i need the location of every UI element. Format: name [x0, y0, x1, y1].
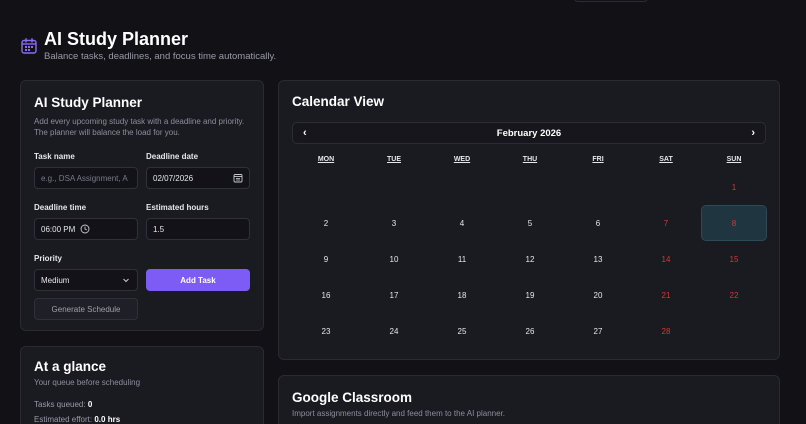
day-cell-4[interactable]: 4	[428, 205, 496, 241]
day-cell-1[interactable]: 1	[700, 169, 768, 205]
day-cell-21[interactable]: 21	[632, 277, 700, 313]
day-cell-5[interactable]: 5	[496, 205, 564, 241]
add-task-button[interactable]: Add Task	[146, 269, 250, 291]
day-cell-17[interactable]: 17	[360, 277, 428, 313]
deadline-time-label: Deadline time	[34, 203, 87, 212]
deadline-time-value: 06:00 PM	[41, 224, 76, 234]
day-cell-22[interactable]: 22	[700, 277, 768, 313]
tasks-queued-value: 0	[87, 400, 93, 409]
effort-value: 0.0 hrs	[94, 415, 121, 424]
day-cell-26[interactable]: 26	[496, 313, 564, 349]
day-cell-8[interactable]: 8	[701, 205, 767, 241]
top-nav-stub	[574, 0, 648, 2]
day-cell-25[interactable]: 25	[428, 313, 496, 349]
weekday-header-mon: MON	[317, 156, 335, 163]
day-cell-18[interactable]: 18	[428, 277, 496, 313]
day-cell-15[interactable]: 15	[700, 241, 768, 277]
day-cell-23[interactable]: 23	[292, 313, 360, 349]
day-cell-6[interactable]: 6	[564, 205, 632, 241]
month-label: February 2026	[496, 127, 562, 139]
classroom-description: Import assignments directly and feed the…	[292, 409, 506, 418]
day-cell-12[interactable]: 12	[496, 241, 564, 277]
calendar-card: Calendar View ‹ February 2026 › MON TUE WE…	[278, 80, 780, 360]
estimated-hours-input[interactable]: 1.5	[146, 218, 250, 240]
tasks-queued-label: Tasks queued:	[34, 400, 86, 409]
day-cell-2[interactable]: 2	[292, 205, 360, 241]
day-blank	[292, 169, 360, 205]
glance-title: At a glance	[34, 359, 107, 374]
glance-card: At a glance Your queue before scheduling…	[20, 346, 264, 424]
form-title: AI Study Planner	[34, 95, 143, 110]
classroom-title: Google Classroom	[292, 390, 413, 405]
weekday-header-thu: THU	[522, 156, 538, 163]
task-name-placeholder: e.g., DSA Assignment, A	[41, 173, 128, 183]
glance-subtitle: Your queue before scheduling	[34, 378, 141, 387]
generate-schedule-button[interactable]: Generate Schedule	[34, 298, 138, 320]
app-header: AI Study Planner Balance tasks, deadline…	[20, 29, 276, 62]
task-form-card: AI Study Planner Add every upcoming stud…	[20, 80, 264, 331]
day-cell-13[interactable]: 13	[564, 241, 632, 277]
priority-select[interactable]: Medium	[34, 269, 138, 291]
day-blank	[632, 169, 700, 205]
deadline-date-label: Deadline date	[146, 152, 199, 161]
day-blank	[360, 169, 428, 205]
day-cell-16[interactable]: 16	[292, 277, 360, 313]
prev-month-button[interactable]: ‹	[303, 127, 307, 139]
day-cell-28[interactable]: 28	[632, 313, 700, 349]
deadline-date-value: 02/07/2026	[153, 173, 194, 183]
next-month-button[interactable]: ›	[751, 127, 755, 139]
weekday-header-wed: WED	[453, 156, 471, 163]
day-cell-10[interactable]: 10	[360, 241, 428, 277]
estimated-hours-value: 1.5	[153, 224, 165, 234]
weekday-header-sat: SAT	[659, 156, 673, 163]
tasks-queued-stat: Tasks queued: 0	[34, 400, 250, 409]
page-title: AI Study Planner	[44, 29, 189, 49]
calendar-grid: MON TUE WED THU FRI SAT SUN 1 2 3 4 5 6 7 8 9 10 11 12 13 14…	[292, 151, 768, 349]
google-classroom-card: Google Classroom Import assignments dire…	[278, 375, 780, 424]
deadline-time-input[interactable]: 06:00 PM	[34, 218, 138, 240]
estimated-hours-label: Estimated hours	[146, 203, 209, 212]
day-blank	[428, 169, 496, 205]
weekday-header-fri: FRI	[592, 156, 604, 163]
calendar-navigation: ‹ February 2026 ›	[292, 122, 766, 144]
chevron-down-icon	[123, 278, 129, 283]
day-blank	[564, 169, 632, 205]
weekday-header-sun: SUN	[726, 156, 742, 163]
page-subtitle: Balance tasks, deadlines, and focus time…	[44, 51, 277, 62]
effort-stat: Estimated effort: 0.0 hrs	[34, 415, 250, 424]
day-blank	[496, 169, 564, 205]
day-cell-3[interactable]: 3	[360, 205, 428, 241]
clock-icon[interactable]	[80, 224, 90, 234]
deadline-date-input[interactable]: 02/07/2026	[146, 167, 250, 189]
day-cell-9[interactable]: 9	[292, 241, 360, 277]
weekday-header-tue: TUE	[387, 156, 401, 163]
priority-label: Priority	[34, 254, 63, 263]
effort-label: Estimated effort:	[34, 415, 93, 424]
day-cell-7[interactable]: 7	[632, 205, 700, 241]
task-name-label: Task name	[34, 152, 75, 161]
day-cell-11[interactable]: 11	[428, 241, 496, 277]
day-cell-27[interactable]: 27	[564, 313, 632, 349]
day-cell-24[interactable]: 24	[360, 313, 428, 349]
priority-value: Medium	[41, 275, 70, 285]
day-cell-19[interactable]: 19	[496, 277, 564, 313]
calendar-title: Calendar View	[292, 94, 385, 109]
calendar-picker-icon[interactable]	[233, 173, 243, 183]
day-cell-20[interactable]: 20	[564, 277, 632, 313]
calendar-icon	[21, 38, 37, 54]
day-cell-14[interactable]: 14	[632, 241, 700, 277]
task-name-input[interactable]: e.g., DSA Assignment, A	[34, 167, 138, 189]
form-description: Add every upcoming study task with a dea…	[34, 117, 245, 137]
